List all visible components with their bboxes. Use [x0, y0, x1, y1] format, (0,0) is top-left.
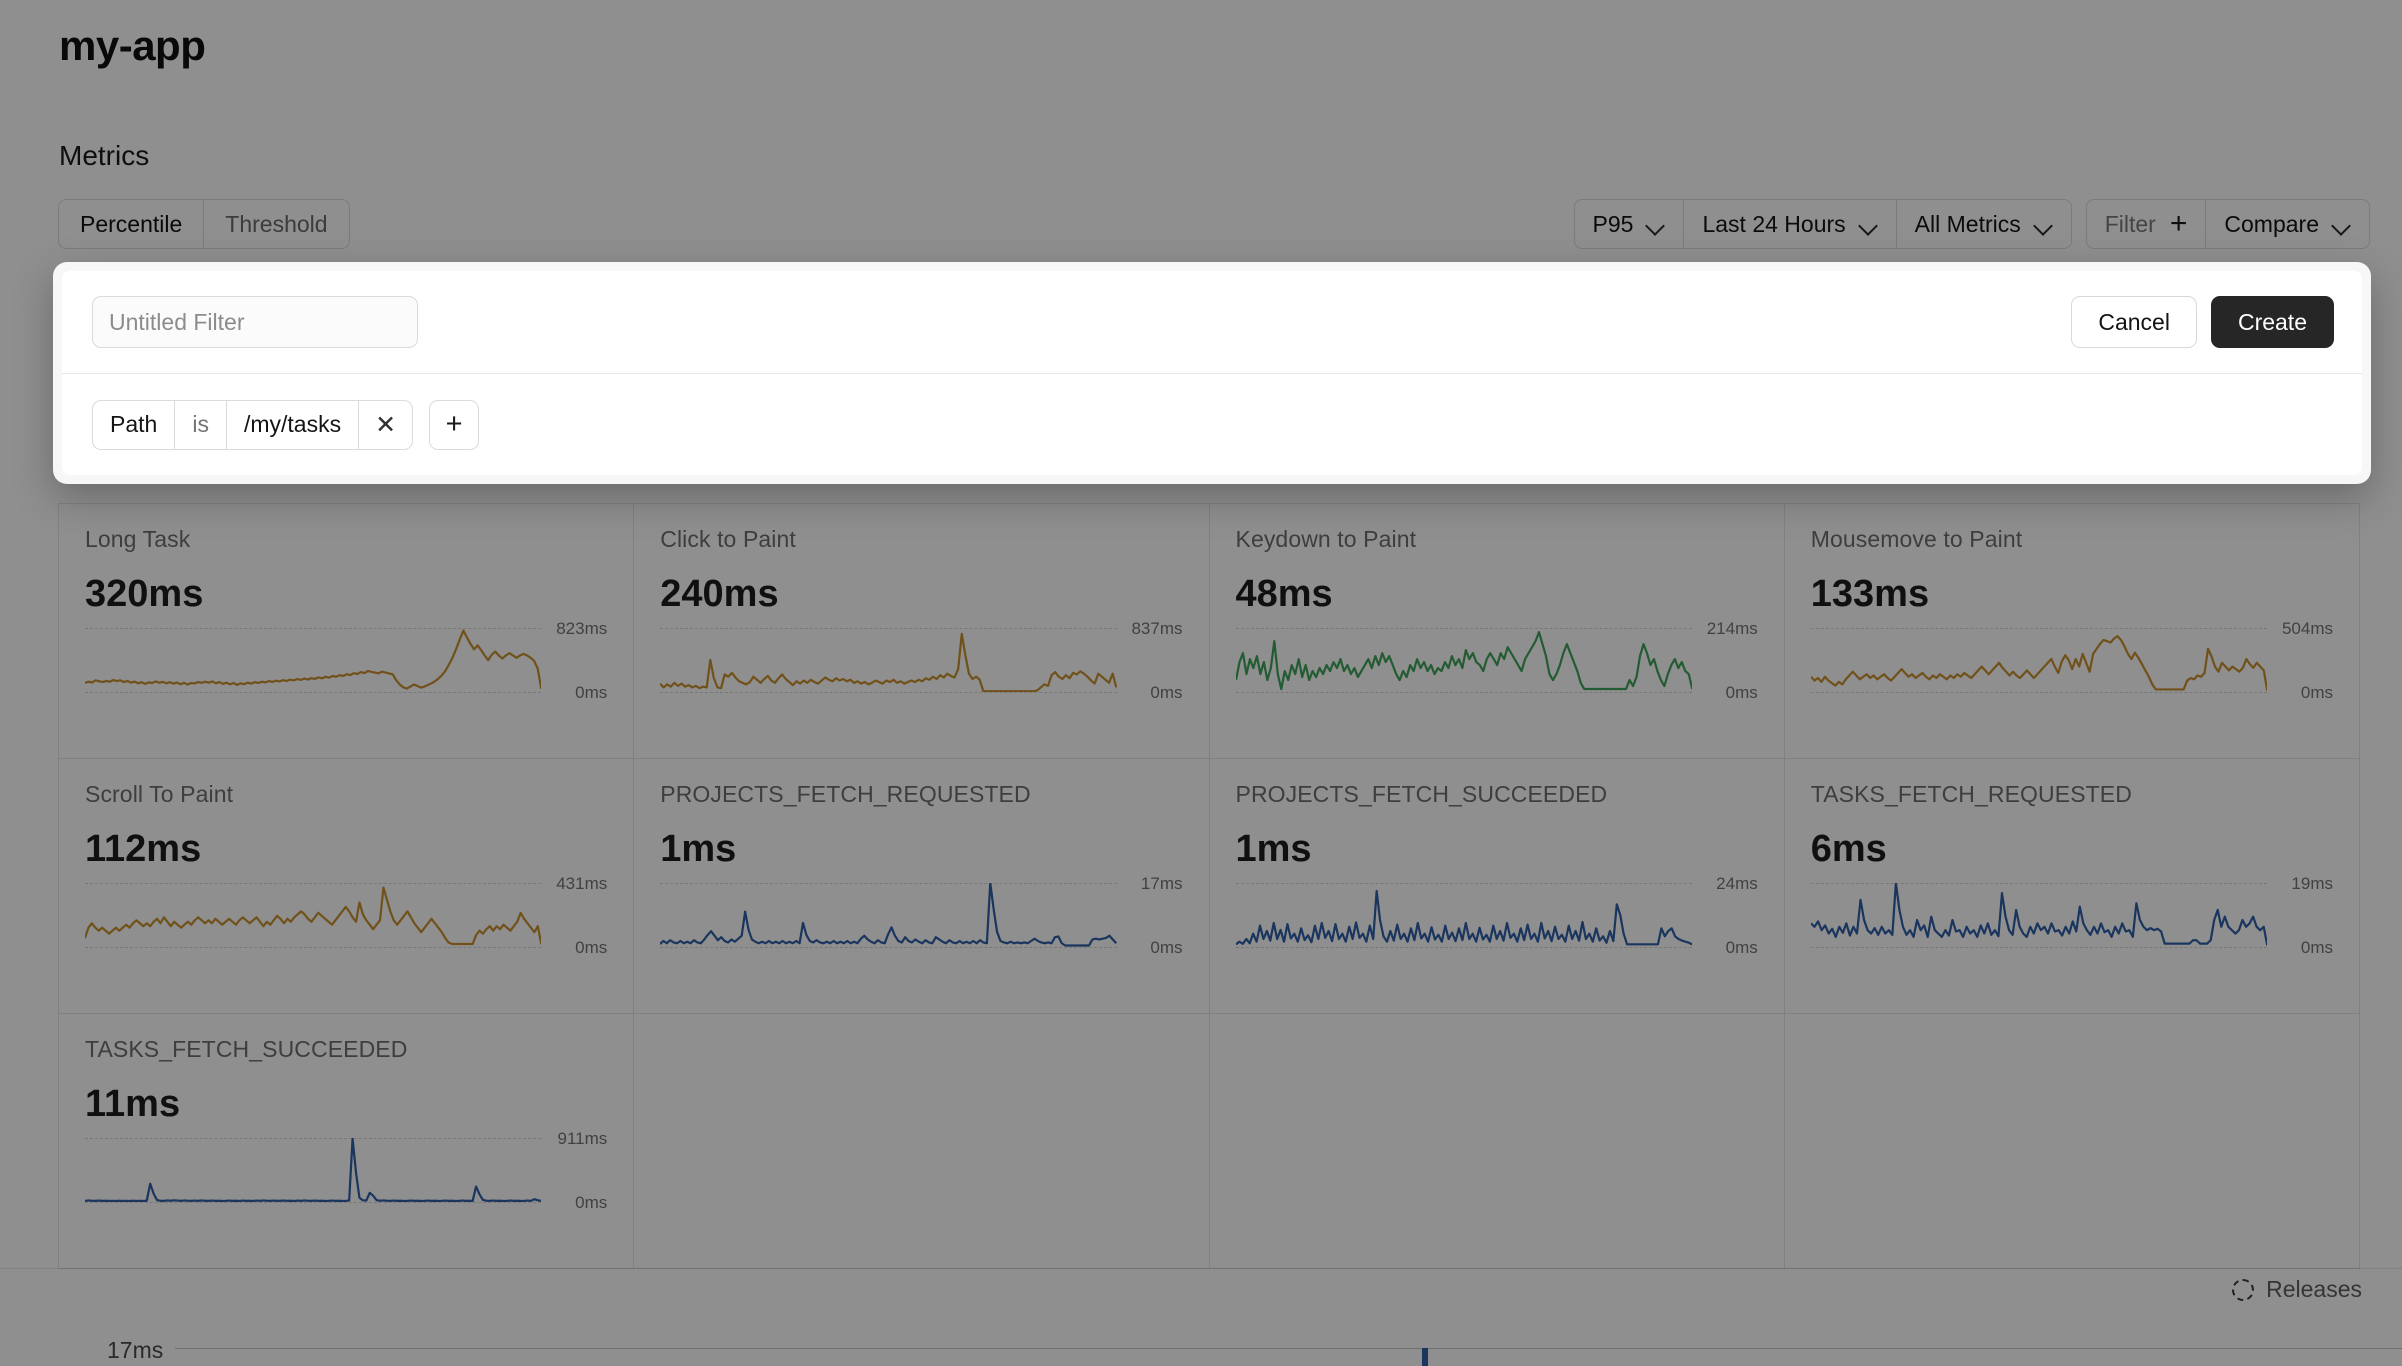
condition-field-select[interactable]: Path	[93, 401, 174, 449]
filter-condition: Path is /my/tasks ✕	[92, 399, 414, 450]
app-root: my-app Metrics Percentile Threshold P95 …	[0, 0, 2402, 1366]
create-filter-dialog-header: Cancel Create	[62, 271, 2362, 374]
create-filter-dialog: Cancel Create Path is /my/tasks ✕ +	[53, 262, 2371, 484]
close-icon[interactable]: ✕	[358, 400, 412, 449]
modal-overlay[interactable]	[0, 0, 2402, 1366]
dialog-actions: Cancel Create	[2071, 296, 2334, 348]
filter-name-input[interactable]	[92, 296, 418, 348]
add-condition-button[interactable]: +	[429, 399, 480, 450]
create-filter-dialog-body: Cancel Create Path is /my/tasks ✕ +	[62, 271, 2362, 475]
create-button[interactable]: Create	[2210, 296, 2334, 348]
condition-row: Path is /my/tasks ✕ +	[92, 399, 480, 450]
create-filter-conditions: Path is /my/tasks ✕ +	[62, 374, 2362, 475]
cancel-button[interactable]: Cancel	[2071, 296, 2197, 348]
condition-value-input[interactable]: /my/tasks	[225, 400, 358, 449]
condition-operator-select[interactable]: is	[174, 400, 226, 449]
